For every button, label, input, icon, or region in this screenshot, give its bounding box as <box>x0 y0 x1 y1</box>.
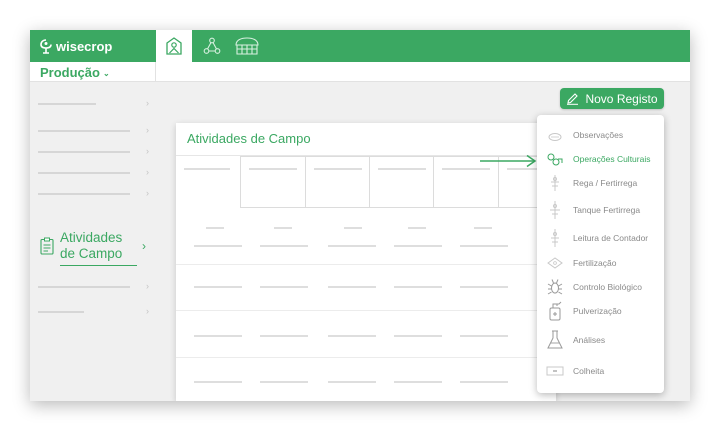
table-cell-placeholder <box>260 245 308 247</box>
menu-item-observations[interactable]: Observações <box>537 125 664 145</box>
table-cell-placeholder <box>394 286 442 288</box>
menu-item-harvest[interactable]: Colheita <box>537 361 664 381</box>
table-cell-placeholder <box>206 227 224 229</box>
menu-item-irrigation[interactable]: Rega / Fertirrega <box>537 173 664 193</box>
new-record-button[interactable]: Novo Registo <box>560 88 664 109</box>
column-header-cell[interactable] <box>369 156 434 208</box>
meter-reading-icon <box>545 228 565 248</box>
table-row-divider <box>176 357 556 358</box>
greenhouse-icon <box>235 37 259 55</box>
table-cell-placeholder <box>460 286 508 288</box>
sidebar-item-field-activities[interactable]: Atividades de Campo › <box>38 229 150 267</box>
table-cell-placeholder <box>260 286 308 288</box>
arrow-right-icon <box>480 154 537 168</box>
table-cell-placeholder <box>394 245 442 247</box>
fertilization-icon <box>545 256 565 270</box>
column-header-placeholder <box>184 168 230 170</box>
table-cell-placeholder <box>328 381 376 383</box>
chevron-right-icon: › <box>146 306 149 316</box>
table-cell-placeholder <box>328 286 376 288</box>
module-select[interactable]: Produção ⌄ <box>30 62 156 82</box>
harvest-icon <box>545 365 565 377</box>
brand-logo[interactable]: wisecrop <box>38 36 112 56</box>
network-icon <box>203 37 221 54</box>
sidebar-item-placeholder[interactable] <box>38 103 96 105</box>
table-row-divider <box>176 310 556 311</box>
module-label: Produção <box>40 64 100 80</box>
menu-item-fertilization[interactable]: Fertilização <box>537 253 664 273</box>
sidebar-item-placeholder[interactable] <box>38 311 84 313</box>
screenshot-stage: wisecrop Produção ⌄ › › › › › Atividades… <box>0 0 720 431</box>
table-cell-placeholder <box>328 335 376 337</box>
chevron-right-icon: › <box>146 125 149 135</box>
sidebar-item-placeholder[interactable] <box>38 130 130 132</box>
column-header-cell[interactable] <box>305 156 370 208</box>
table-cell-placeholder <box>260 381 308 383</box>
table-cell-placeholder <box>460 335 508 337</box>
bug-icon <box>545 278 565 296</box>
sidebar-item-label: Atividades de Campo <box>60 230 123 261</box>
menu-item-analyses[interactable]: Análises <box>537 330 664 350</box>
wisecrop-logo-icon <box>40 39 52 54</box>
chevron-right-icon: › <box>146 281 149 291</box>
sidebar-item-placeholder[interactable] <box>38 193 130 195</box>
active-underline <box>60 265 137 266</box>
sidebar-item-placeholder[interactable] <box>38 286 130 288</box>
flask-icon <box>545 330 565 350</box>
module-bar: Produção ⌄ <box>30 62 690 82</box>
nav-tab-greenhouse[interactable] <box>229 30 265 62</box>
table-cell-placeholder <box>194 381 242 383</box>
irrigation-icon <box>545 174 565 192</box>
pencil-icon <box>567 93 579 105</box>
home-field-icon <box>166 37 182 55</box>
card-title: Atividades de Campo <box>187 131 311 146</box>
brand-name: wisecrop <box>56 38 113 54</box>
observation-icon <box>545 128 565 142</box>
menu-item-meter-reading[interactable]: Leitura de Contador <box>537 228 664 248</box>
chevron-down-icon: ⌄ <box>102 68 110 78</box>
menu-item-cultural-operations[interactable]: Operações Culturais <box>537 149 664 169</box>
column-header-cell[interactable] <box>240 156 306 208</box>
top-navigation-bar: wisecrop <box>30 30 690 62</box>
sprayer-icon <box>545 301 565 321</box>
table-cell-placeholder <box>194 245 242 247</box>
chevron-right-icon: › <box>146 98 149 108</box>
menu-item-biological-control[interactable]: Controlo Biológico <box>537 277 664 297</box>
table-cell-placeholder <box>474 227 492 229</box>
table-cell-placeholder <box>394 335 442 337</box>
menu-item-fertigation-tank[interactable]: Tanque Fertirrega <box>537 200 664 220</box>
tank-icon <box>545 200 565 220</box>
nav-tab-network[interactable] <box>194 30 230 62</box>
table-cell-placeholder <box>274 227 292 229</box>
table-cell-placeholder <box>328 245 376 247</box>
sidebar-item-placeholder[interactable] <box>38 172 130 174</box>
table-cell-placeholder <box>194 286 242 288</box>
new-record-dropdown: Observações Operações Culturais Rega / F… <box>537 115 664 393</box>
table-cell-placeholder <box>260 335 308 337</box>
table-cell-placeholder <box>194 335 242 337</box>
table-cell-placeholder <box>344 227 362 229</box>
sidebar-item-placeholder[interactable] <box>38 151 130 153</box>
chevron-right-icon: › <box>146 167 149 177</box>
table-row-divider <box>176 264 556 265</box>
new-record-label: Novo Registo <box>585 91 658 106</box>
table-cell-placeholder <box>408 227 426 229</box>
nav-tab-home[interactable] <box>156 30 192 62</box>
chevron-right-icon: › <box>146 188 149 198</box>
app-window: wisecrop Produção ⌄ › › › › › Atividades… <box>30 30 690 401</box>
table-cell-placeholder <box>460 381 508 383</box>
table-cell-placeholder <box>394 381 442 383</box>
chevron-right-icon: › <box>146 146 149 156</box>
chevron-right-icon: › <box>142 239 146 253</box>
table-cell-placeholder <box>460 245 508 247</box>
menu-item-spraying[interactable]: Pulverização <box>537 301 664 321</box>
sidebar: › › › › › Atividades de Campo › › › <box>30 83 156 401</box>
clipboard-icon <box>40 237 54 255</box>
cultural-operations-icon <box>545 152 565 166</box>
